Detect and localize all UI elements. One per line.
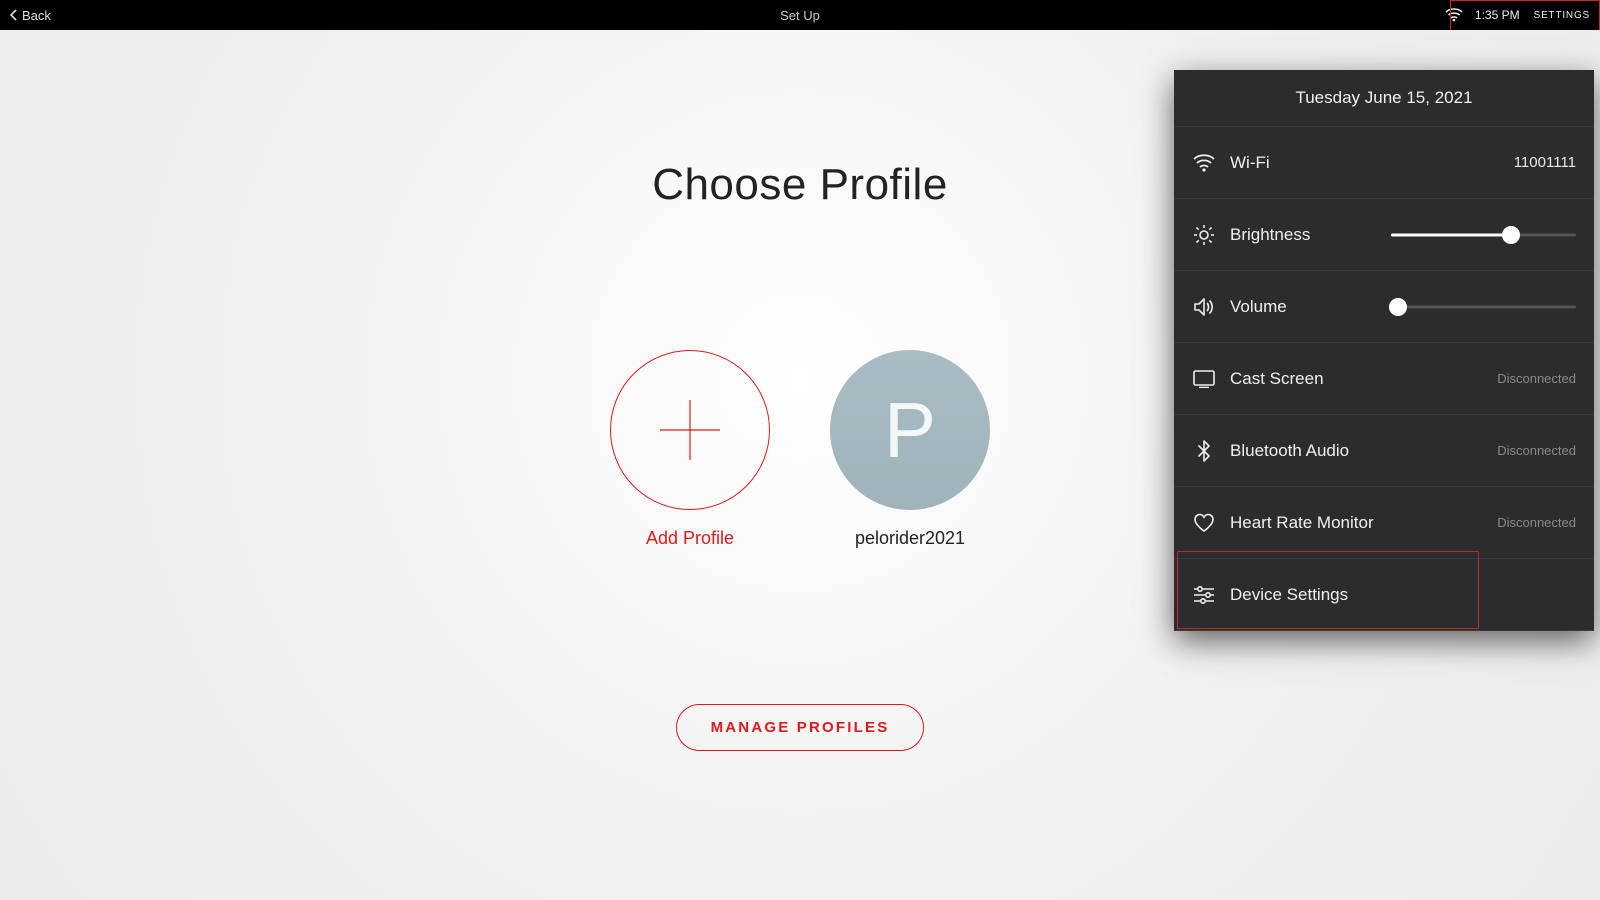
profile-item[interactable]: P pelorider2021	[830, 350, 990, 549]
bluetooth-icon	[1192, 439, 1216, 463]
profile-avatar: P	[830, 350, 990, 510]
settings-row-brightness[interactable]: Brightness	[1174, 199, 1594, 271]
cast-status: Disconnected	[1497, 371, 1576, 386]
panel-date: Tuesday June 15, 2021	[1174, 70, 1594, 127]
chevron-left-icon	[10, 9, 18, 21]
profile-name: pelorider2021	[855, 528, 965, 549]
plus-icon	[610, 350, 770, 510]
profile-list: Add Profile P pelorider2021	[610, 350, 990, 549]
settings-row-cast[interactable]: Cast Screen Disconnected	[1174, 343, 1594, 415]
settings-panel: Tuesday June 15, 2021 Wi-Fi 11001111	[1174, 70, 1594, 631]
settings-row-device[interactable]: Device Settings	[1174, 559, 1594, 631]
wifi-icon	[1192, 151, 1216, 175]
hrm-status: Disconnected	[1497, 515, 1576, 530]
top-status-bar: Back Set Up 1:35 PM SETTINGS	[0, 0, 1600, 30]
main-content: Choose Profile Add Profile P pelorider20…	[0, 30, 1600, 900]
back-button[interactable]: Back	[0, 8, 51, 23]
cast-label: Cast Screen	[1230, 369, 1324, 389]
hrm-label: Heart Rate Monitor	[1230, 513, 1374, 533]
choose-profile-heading: Choose Profile	[652, 160, 948, 210]
sliders-icon	[1192, 583, 1216, 607]
cast-icon	[1192, 367, 1216, 391]
device-label: Device Settings	[1230, 585, 1348, 605]
wifi-status-icon	[1445, 8, 1463, 22]
settings-row-volume[interactable]: Volume	[1174, 271, 1594, 343]
bluetooth-label: Bluetooth Audio	[1230, 441, 1349, 461]
wifi-label: Wi-Fi	[1230, 153, 1270, 173]
volume-label: Volume	[1230, 297, 1287, 317]
wifi-value: 11001111	[1514, 154, 1576, 171]
heart-icon	[1192, 511, 1216, 535]
settings-button[interactable]: SETTINGS	[1532, 10, 1592, 21]
settings-row-hrm[interactable]: Heart Rate Monitor Disconnected	[1174, 487, 1594, 559]
clock: 1:35 PM	[1475, 8, 1520, 22]
brightness-slider[interactable]	[1391, 225, 1576, 245]
page-title: Set Up	[780, 8, 820, 23]
settings-row-bluetooth[interactable]: Bluetooth Audio Disconnected	[1174, 415, 1594, 487]
brightness-label: Brightness	[1230, 225, 1310, 245]
manage-profiles-button[interactable]: MANAGE PROFILES	[676, 704, 925, 751]
volume-icon	[1192, 295, 1216, 319]
settings-row-wifi[interactable]: Wi-Fi 11001111	[1174, 127, 1594, 199]
profile-avatar-initial: P	[884, 385, 936, 476]
add-profile-button[interactable]: Add Profile	[610, 350, 770, 549]
bluetooth-status: Disconnected	[1497, 443, 1576, 458]
brightness-icon	[1192, 223, 1216, 247]
back-label: Back	[22, 8, 51, 23]
volume-slider[interactable]	[1391, 297, 1576, 317]
add-profile-label: Add Profile	[646, 528, 734, 549]
